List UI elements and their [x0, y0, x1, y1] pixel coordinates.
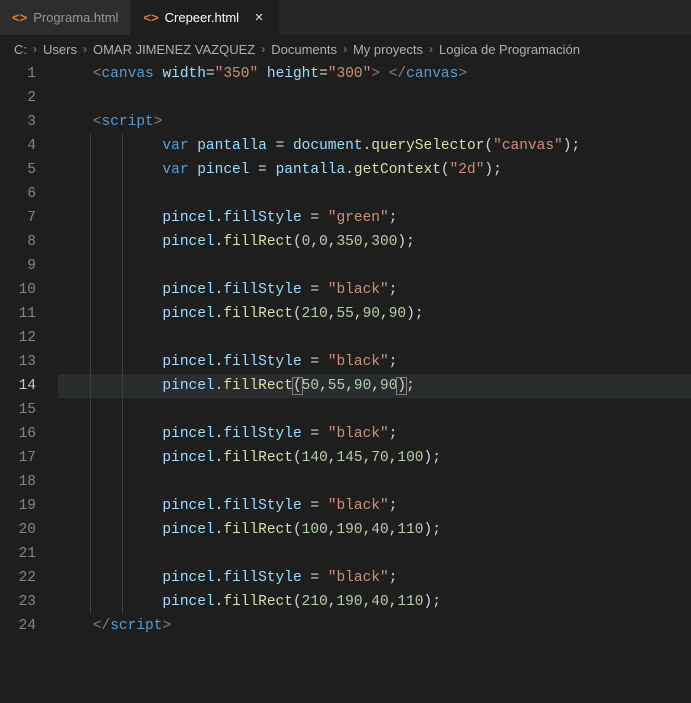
close-icon[interactable]: × [251, 10, 267, 26]
code-line[interactable]: pincel.fillStyle = "black"; [58, 278, 691, 302]
code-line[interactable] [58, 182, 691, 206]
breadcrumb-item[interactable]: My proyects [353, 42, 423, 57]
code-line[interactable]: pincel.fillStyle = "black"; [58, 494, 691, 518]
tab-label: Crepeer.html [165, 10, 239, 25]
line-number: 23 [0, 590, 36, 614]
chevron-right-icon: › [261, 42, 265, 56]
breadcrumb-item[interactable]: Logica de Programación [439, 42, 580, 57]
line-number: 8 [0, 230, 36, 254]
code-line[interactable] [58, 86, 691, 110]
breadcrumb-item[interactable]: C: [14, 42, 27, 57]
code-area[interactable]: <canvas width="350" height="300"> </canv… [58, 62, 691, 638]
html-file-icon: <> [143, 10, 158, 25]
line-number: 2 [0, 86, 36, 110]
breadcrumb-item[interactable]: OMAR JIMENEZ VAZQUEZ [93, 42, 255, 57]
line-number: 16 [0, 422, 36, 446]
line-number: 18 [0, 470, 36, 494]
line-number: 4 [0, 134, 36, 158]
code-line[interactable]: var pantalla = document.querySelector("c… [58, 134, 691, 158]
line-number: 11 [0, 302, 36, 326]
code-line[interactable]: var pincel = pantalla.getContext("2d"); [58, 158, 691, 182]
chevron-right-icon: › [83, 42, 87, 56]
code-line[interactable] [58, 326, 691, 350]
line-number: 5 [0, 158, 36, 182]
line-number: 17 [0, 446, 36, 470]
line-number: 24 [0, 614, 36, 638]
code-editor[interactable]: 123456789101112131415161718192021222324 … [0, 62, 691, 638]
line-number: 21 [0, 542, 36, 566]
code-line[interactable]: pincel.fillRect(210,55,90,90); [58, 302, 691, 326]
code-line[interactable]: pincel.fillRect(140,145,70,100); [58, 446, 691, 470]
line-number: 22 [0, 566, 36, 590]
line-number: 13 [0, 350, 36, 374]
code-line[interactable]: pincel.fillStyle = "green"; [58, 206, 691, 230]
tab-crepeer[interactable]: <> Crepeer.html × [131, 0, 280, 35]
code-line[interactable]: <canvas width="350" height="300"> </canv… [58, 62, 691, 86]
code-line[interactable] [58, 398, 691, 422]
line-number-gutter: 123456789101112131415161718192021222324 [0, 62, 58, 638]
line-number: 14 [0, 374, 36, 398]
chevron-right-icon: › [33, 42, 37, 56]
code-line[interactable]: pincel.fillRect(210,190,40,110); [58, 590, 691, 614]
line-number: 20 [0, 518, 36, 542]
code-line[interactable] [58, 542, 691, 566]
tab-label: Programa.html [33, 10, 118, 25]
line-number: 7 [0, 206, 36, 230]
code-line[interactable] [58, 470, 691, 494]
breadcrumb: C: › Users › OMAR JIMENEZ VAZQUEZ › Docu… [0, 36, 691, 62]
tab-bar: <> Programa.html <> Crepeer.html × [0, 0, 691, 36]
code-line[interactable]: pincel.fillStyle = "black"; [58, 350, 691, 374]
code-line[interactable] [58, 254, 691, 278]
code-line[interactable]: </script> [58, 614, 691, 638]
tab-programa[interactable]: <> Programa.html [0, 0, 131, 35]
code-line[interactable]: pincel.fillStyle = "black"; [58, 422, 691, 446]
line-number: 3 [0, 110, 36, 134]
line-number: 6 [0, 182, 36, 206]
code-line[interactable]: <script> [58, 110, 691, 134]
code-line[interactable]: pincel.fillRect(50,55,90,90); [58, 374, 691, 398]
html-file-icon: <> [12, 10, 27, 25]
line-number: 10 [0, 278, 36, 302]
chevron-right-icon: › [429, 42, 433, 56]
code-line[interactable]: pincel.fillStyle = "black"; [58, 566, 691, 590]
code-line[interactable]: pincel.fillRect(0,0,350,300); [58, 230, 691, 254]
code-line[interactable]: pincel.fillRect(100,190,40,110); [58, 518, 691, 542]
chevron-right-icon: › [343, 42, 347, 56]
line-number: 12 [0, 326, 36, 350]
breadcrumb-item[interactable]: Documents [271, 42, 337, 57]
line-number: 9 [0, 254, 36, 278]
line-number: 15 [0, 398, 36, 422]
line-number: 1 [0, 62, 36, 86]
breadcrumb-item[interactable]: Users [43, 42, 77, 57]
line-number: 19 [0, 494, 36, 518]
